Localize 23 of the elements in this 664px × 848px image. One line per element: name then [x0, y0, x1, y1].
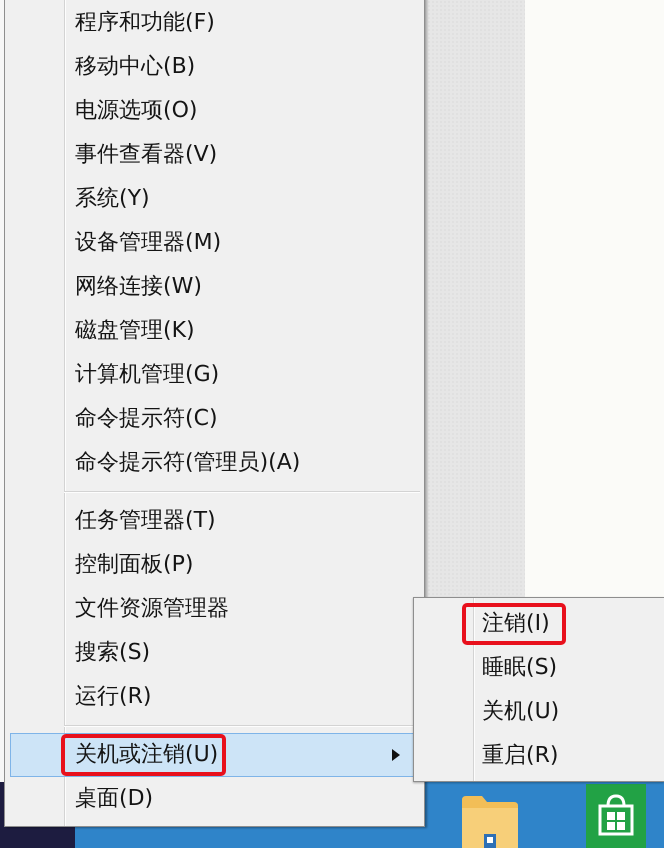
menu-item[interactable]: 电源选项(O)	[10, 89, 422, 133]
menu-item[interactable]: 系统(Y)	[10, 177, 422, 221]
menu-item[interactable]: 移动中心(B)	[10, 45, 422, 89]
menu-item[interactable]: 文件资源管理器	[10, 587, 422, 631]
menu-item[interactable]: 设备管理器(M)	[10, 221, 422, 265]
menu-item[interactable]: 搜索(S)	[10, 631, 422, 675]
menu-item[interactable]: 任务管理器(T)	[10, 499, 422, 543]
menu-item[interactable]: 睡眠(S)	[419, 646, 662, 690]
folder-icon[interactable]	[460, 794, 520, 848]
menu-item[interactable]: 命令提示符(管理员)(A)	[10, 441, 422, 485]
shopping-bag-icon[interactable]	[586, 784, 646, 848]
menu-item[interactable]: 控制面板(P)	[10, 543, 422, 587]
menu-item[interactable]: 程序和功能(F)	[10, 1, 422, 45]
menu-item[interactable]: 关机(U)	[419, 690, 662, 734]
menu-item[interactable]: 重启(R)	[419, 734, 662, 778]
menu-item[interactable]: 桌面(D)	[10, 777, 422, 821]
menu-item[interactable]: 事件查看器(V)	[10, 133, 422, 177]
menu-item[interactable]: 注销(I)	[419, 602, 662, 646]
menu-item[interactable]: 计算机管理(G)	[10, 353, 422, 397]
menu-item[interactable]: 命令提示符(C)	[10, 397, 422, 441]
menu-item[interactable]: 网络连接(W)	[10, 265, 422, 309]
menu-item[interactable]: 运行(R)	[10, 675, 422, 719]
menu-item[interactable]: 磁盘管理(K)	[10, 309, 422, 353]
